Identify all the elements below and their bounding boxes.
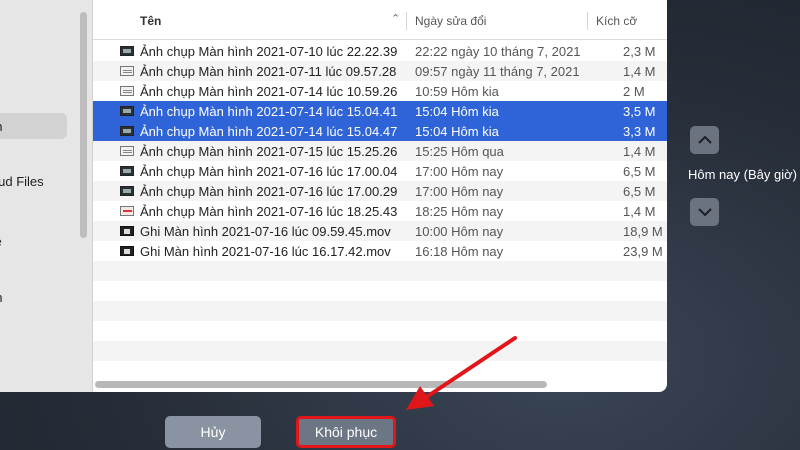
screenshot-dark-thumb-icon bbox=[120, 126, 134, 136]
file-size: 6,5 M bbox=[623, 184, 656, 199]
sidebar-item-0[interactable]: ển bbox=[0, 113, 67, 139]
empty-row bbox=[93, 301, 667, 321]
screenshot-dark-thumb-icon bbox=[120, 106, 134, 116]
timeline-down-button[interactable] bbox=[690, 198, 719, 226]
file-date: 16:18 Hôm nay bbox=[415, 244, 504, 259]
file-list-panel: Tên ⌃ Ngày sửa đổi Kích cỡ Ảnh chụp Màn … bbox=[93, 0, 667, 392]
file-row[interactable]: Ảnh chụp Màn hình 2021-07-11 lúc 09.57.2… bbox=[93, 61, 667, 81]
file-name: Ảnh chụp Màn hình 2021-07-11 lúc 09.57.2… bbox=[140, 64, 397, 79]
screenshot-red-thumb-icon bbox=[120, 206, 134, 216]
file-date: 15:25 Hôm qua bbox=[415, 144, 504, 159]
sidebar-item-label: ển bbox=[0, 119, 2, 134]
column-header: Tên ⌃ Ngày sửa đổi Kích cỡ bbox=[93, 0, 667, 40]
screenshot-dark-thumb-icon bbox=[120, 186, 134, 196]
file-size: 18,9 M bbox=[623, 224, 663, 239]
empty-row bbox=[93, 281, 667, 301]
file-size: 6,5 M bbox=[623, 164, 656, 179]
column-name-header[interactable]: Tên bbox=[140, 14, 161, 28]
file-date: 17:00 Hôm nay bbox=[415, 184, 504, 199]
file-name: Ảnh chụp Màn hình 2021-07-10 lúc 22.22.3… bbox=[140, 44, 398, 59]
sidebar-item-label: ển bbox=[0, 290, 2, 305]
screenshot-light-thumb-icon bbox=[120, 86, 134, 96]
sidebar-scrollbar[interactable] bbox=[80, 12, 87, 238]
column-size-header[interactable]: Kích cỡ bbox=[596, 14, 637, 28]
file-name: Ghi Màn hình 2021-07-16 lúc 16.17.42.mov bbox=[140, 244, 391, 259]
movie-thumb-icon bbox=[120, 226, 134, 236]
chevron-down-icon bbox=[697, 208, 712, 217]
file-name: Ảnh chụp Màn hình 2021-07-14 lúc 15.04.4… bbox=[140, 104, 398, 119]
screenshot-dark-thumb-icon bbox=[120, 46, 134, 56]
file-row[interactable]: Ảnh chụp Màn hình 2021-07-16 lúc 18.25.4… bbox=[93, 201, 667, 221]
file-name: Ảnh chụp Màn hình 2021-07-16 lúc 17.00.2… bbox=[140, 184, 398, 199]
file-size: 2 M bbox=[623, 84, 645, 99]
file-size: 2,3 M bbox=[623, 44, 656, 59]
file-date: 09:57 ngày 11 tháng 7, 2021 bbox=[415, 64, 580, 79]
file-name: Ảnh chụp Màn hình 2021-07-14 lúc 15.04.4… bbox=[140, 124, 398, 139]
file-row[interactable]: Ảnh chụp Màn hình 2021-07-16 lúc 17.00.0… bbox=[93, 161, 667, 181]
empty-row bbox=[93, 341, 667, 361]
file-date: 15:04 Hôm kia bbox=[415, 124, 499, 139]
restore-button[interactable]: Khôi phục bbox=[296, 416, 396, 448]
file-size: 23,9 M bbox=[623, 244, 663, 259]
file-row-selected[interactable]: Ảnh chụp Màn hình 2021-07-14 lúc 15.04.4… bbox=[93, 101, 667, 121]
file-name: Ảnh chụp Màn hình 2021-07-16 lúc 17.00.0… bbox=[140, 164, 398, 179]
timeline-up-button[interactable] bbox=[690, 126, 719, 154]
file-date: 17:00 Hôm nay bbox=[415, 164, 504, 179]
empty-row bbox=[93, 261, 667, 281]
column-date-header[interactable]: Ngày sửa đổi bbox=[415, 14, 486, 28]
file-size: 3,5 M bbox=[623, 104, 656, 119]
empty-row bbox=[93, 361, 667, 381]
sidebar: ển loud Files ve ển bbox=[0, 0, 93, 392]
sidebar-item-label: ve bbox=[0, 234, 2, 249]
file-row[interactable]: Ảnh chụp Màn hình 2021-07-16 lúc 17.00.2… bbox=[93, 181, 667, 201]
file-size: 1,4 M bbox=[623, 144, 656, 159]
screenshot-light-thumb-icon bbox=[120, 66, 134, 76]
sidebar-item-3[interactable]: ển bbox=[0, 284, 2, 310]
file-date: 10:00 Hôm nay bbox=[415, 224, 504, 239]
empty-row bbox=[93, 321, 667, 341]
file-date: 18:25 Hôm nay bbox=[415, 204, 504, 219]
file-size: 1,4 M bbox=[623, 204, 656, 219]
sidebar-item-drive[interactable]: ve bbox=[0, 228, 2, 254]
file-name: Ghi Màn hình 2021-07-16 lúc 09.59.45.mov bbox=[140, 224, 391, 239]
column-divider[interactable] bbox=[587, 12, 588, 30]
cancel-button[interactable]: Hủy bbox=[165, 416, 261, 448]
screenshot-light-thumb-icon bbox=[120, 146, 134, 156]
file-rows: Ảnh chụp Màn hình 2021-07-10 lúc 22.22.3… bbox=[93, 41, 667, 381]
file-name: Ảnh chụp Màn hình 2021-07-14 lúc 10.59.2… bbox=[140, 84, 398, 99]
file-date: 22:22 ngày 10 tháng 7, 2021 bbox=[415, 44, 581, 59]
file-row[interactable]: Ảnh chụp Màn hình 2021-07-15 lúc 15.25.2… bbox=[93, 141, 667, 161]
timeline-label: Hôm nay (Bây giờ) bbox=[688, 167, 797, 182]
file-size: 3,3 M bbox=[623, 124, 656, 139]
file-row[interactable]: Ghi Màn hình 2021-07-16 lúc 16.17.42.mov… bbox=[93, 241, 667, 261]
sidebar-item-icloud-files[interactable]: loud Files bbox=[0, 168, 44, 194]
file-name: Ảnh chụp Màn hình 2021-07-16 lúc 18.25.4… bbox=[140, 204, 398, 219]
file-row-selected[interactable]: Ảnh chụp Màn hình 2021-07-14 lúc 15.04.4… bbox=[93, 121, 667, 141]
red-arrow-annotation bbox=[406, 336, 517, 410]
sidebar-item-label: loud Files bbox=[0, 173, 44, 189]
file-row[interactable]: Ghi Màn hình 2021-07-16 lúc 09.59.45.mov… bbox=[93, 221, 667, 241]
movie-thumb-icon bbox=[120, 246, 134, 256]
column-divider[interactable] bbox=[406, 12, 407, 30]
file-size: 1,4 M bbox=[623, 64, 656, 79]
file-row[interactable]: Ảnh chụp Màn hình 2021-07-14 lúc 10.59.2… bbox=[93, 81, 667, 101]
sort-ascending-icon: ⌃ bbox=[391, 13, 401, 25]
screenshot-dark-thumb-icon bbox=[120, 166, 134, 176]
chevron-up-icon bbox=[697, 135, 712, 144]
file-date: 15:04 Hôm kia bbox=[415, 104, 499, 119]
file-date: 10:59 Hôm kia bbox=[415, 84, 499, 99]
file-row[interactable]: Ảnh chụp Màn hình 2021-07-10 lúc 22.22.3… bbox=[93, 41, 667, 61]
file-name: Ảnh chụp Màn hình 2021-07-15 lúc 15.25.2… bbox=[140, 144, 398, 159]
